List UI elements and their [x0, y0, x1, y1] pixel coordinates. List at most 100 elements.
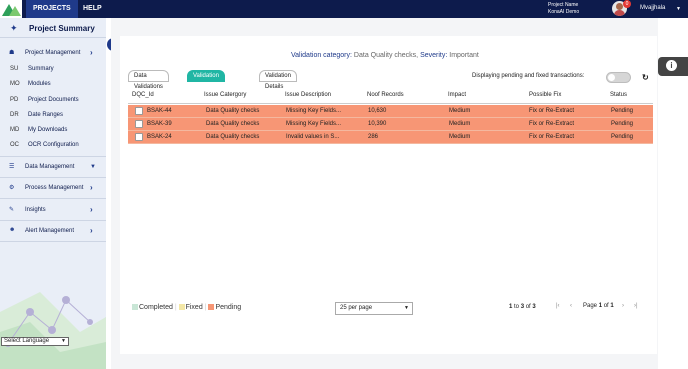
refresh-icon[interactable]: ↻ [642, 73, 649, 82]
cell-description[interactable]: Invalid values in S... [286, 134, 339, 140]
edit-icon: ✎ [9, 207, 15, 213]
cell-impact: Medium [449, 134, 471, 140]
validation-category: Validation category: Data Quality checks… [291, 52, 479, 59]
sidebar-item-project-management[interactable]: ☗ Project Management › [0, 46, 106, 60]
sidebar-item-project-documents[interactable]: PD Project Documents [0, 93, 106, 107]
column-header[interactable]: Noof Records [367, 92, 404, 98]
tab-validation-details[interactable]: Validation Details [259, 70, 297, 90]
pending-fixed-toggle[interactable] [606, 72, 631, 83]
page-current: 1 [598, 303, 603, 309]
row-checkbox[interactable] [135, 120, 143, 128]
table-row[interactable]: BSAK-44 Data Quality checks Missing Key … [128, 105, 653, 118]
table-header: DQC_Id Issue Catergory Issue Description… [128, 88, 653, 104]
cell-status: Pending [611, 121, 634, 127]
row-checkbox[interactable] [135, 133, 143, 141]
range-to-word: to [514, 304, 520, 310]
range-from: 1 [509, 304, 513, 310]
category-label: Validation category: [291, 52, 352, 59]
sidebar-item-alert-management[interactable]: ☻ Alert Management › [0, 224, 106, 238]
cell-category: Data Quality checks [206, 108, 260, 114]
cell-impact: Medium [449, 108, 471, 114]
sidebar-item-label: Modules [28, 81, 51, 87]
cell-id: BSAK-24 [147, 134, 172, 140]
top-bar: PROJECTS HELP Project Name KonaAI Demo 0… [0, 0, 688, 18]
cell-records: 286 [368, 134, 379, 140]
range-to: 3 [520, 304, 525, 310]
table-row[interactable]: BSAK-39 Data Quality checks Missing Key … [128, 118, 653, 131]
legend-swatch-pending [208, 304, 215, 310]
tab-data-validations[interactable]: Data Validations [128, 70, 169, 90]
first-page-icon[interactable]: |‹ [556, 303, 560, 309]
column-header[interactable]: Impact [448, 92, 466, 98]
sidebar-item-date-ranges[interactable]: DR Date Ranges [0, 108, 106, 122]
rows-per-page-value: 25 per page [340, 305, 373, 311]
sidebar-item-label: Process Management [25, 185, 84, 191]
column-header[interactable]: Issue Description [285, 92, 331, 98]
range-of-word: of [525, 304, 531, 310]
category-value: Data Quality checks, [353, 52, 419, 59]
username[interactable]: Mvajjhala [640, 5, 665, 11]
cell-records: 10,390 [368, 121, 387, 127]
chevron-down-icon[interactable]: ▼ [676, 6, 681, 12]
cell-fix: Fix or Re-Extract [529, 134, 575, 140]
sidebar-item-data-management[interactable]: ☰ Data Management ▼ [0, 160, 106, 174]
language-select-label: Select Language [4, 338, 50, 344]
row-checkbox[interactable] [135, 107, 143, 115]
cell-description[interactable]: Missing Key Fields... [286, 121, 341, 127]
sidebar-item-label: Data Management [25, 164, 75, 170]
sidebar-item-label: Summary [28, 66, 54, 72]
sidebar-item-label: Insights [25, 207, 46, 213]
legend-label: Pending [215, 304, 242, 311]
sidebar-item-my-downloads[interactable]: MD My Downloads [0, 123, 106, 137]
sidebar-item-insights[interactable]: ✎ Insights › [0, 203, 106, 217]
sidebar-item-code: MO [10, 81, 20, 87]
column-header[interactable]: Issue Catergory [204, 92, 246, 98]
page-indicator: Page 1 of 1 [583, 303, 614, 309]
sidebar-item-code: SU [10, 66, 19, 72]
cell-id: BSAK-39 [147, 121, 172, 127]
sidebar-item-process-management[interactable]: ⚙ Process Management › [0, 181, 106, 195]
sidebar-item-label: Alert Management [25, 228, 75, 234]
column-header[interactable]: Possible Fix [529, 92, 561, 98]
tab-help[interactable]: HELP [76, 0, 109, 18]
chevron-right-icon: › [90, 183, 93, 192]
app-logo[interactable] [0, 0, 22, 18]
column-header[interactable]: DQC_Id [132, 92, 154, 98]
last-page-icon[interactable]: ›| [634, 303, 638, 309]
cell-category: Data Quality checks [206, 121, 260, 127]
project-name: KonaAI Demo [548, 9, 580, 15]
cell-category: Data Quality checks [206, 134, 260, 140]
sidebar-item-modules[interactable]: MO Modules [0, 77, 106, 91]
sidebar-item-summary[interactable]: SU Summary [0, 62, 106, 76]
sidebar: ✦ Project Summary ☗ Project Management ›… [0, 18, 106, 369]
notification-badge[interactable]: 0 [623, 0, 631, 8]
prev-page-icon[interactable]: ‹ [570, 303, 572, 309]
database-icon: ☰ [9, 164, 15, 170]
tab-projects[interactable]: PROJECTS [26, 0, 78, 18]
chevron-down-icon: ▼ [404, 305, 409, 311]
info-panel-button[interactable]: i [658, 57, 688, 76]
chevron-down-icon: ▼ [61, 338, 66, 344]
sidebar-item-label: My Downloads [28, 127, 68, 133]
pending-fixed-toggle-label: Displaying pending and fixed transaction… [472, 73, 585, 79]
cell-status: Pending [611, 108, 634, 114]
table-row[interactable]: BSAK-24 Data Quality checks Invalid valu… [128, 131, 653, 144]
next-page-icon[interactable]: › [622, 303, 624, 309]
cell-records: 10,630 [368, 108, 387, 114]
rows-per-page-select[interactable]: 25 per page ▼ [335, 302, 413, 315]
sidebar-item-label: Project Management [25, 50, 81, 56]
page-total: 1 [610, 303, 614, 309]
language-select[interactable]: Select Language ▼ [1, 337, 69, 346]
chevron-right-icon: › [90, 205, 93, 214]
project-name-label: Project Name [548, 2, 579, 8]
sidebar-item-code: DR [10, 112, 19, 118]
sidebar-item-label: Date Ranges [28, 112, 64, 118]
cell-description[interactable]: Missing Key Fields... [286, 108, 341, 114]
hierarchy-icon: ☗ [9, 50, 15, 56]
severity-label: Severity: [420, 52, 448, 59]
column-header[interactable]: Status [610, 92, 627, 98]
sidebar-item-ocr-configuration[interactable]: OC OCR Configuration [0, 138, 106, 152]
legend-label: Fixed [185, 304, 203, 311]
tab-validation-summary[interactable]: Validation Summary [187, 70, 225, 90]
sidebar-title: Project Summary [29, 24, 95, 33]
